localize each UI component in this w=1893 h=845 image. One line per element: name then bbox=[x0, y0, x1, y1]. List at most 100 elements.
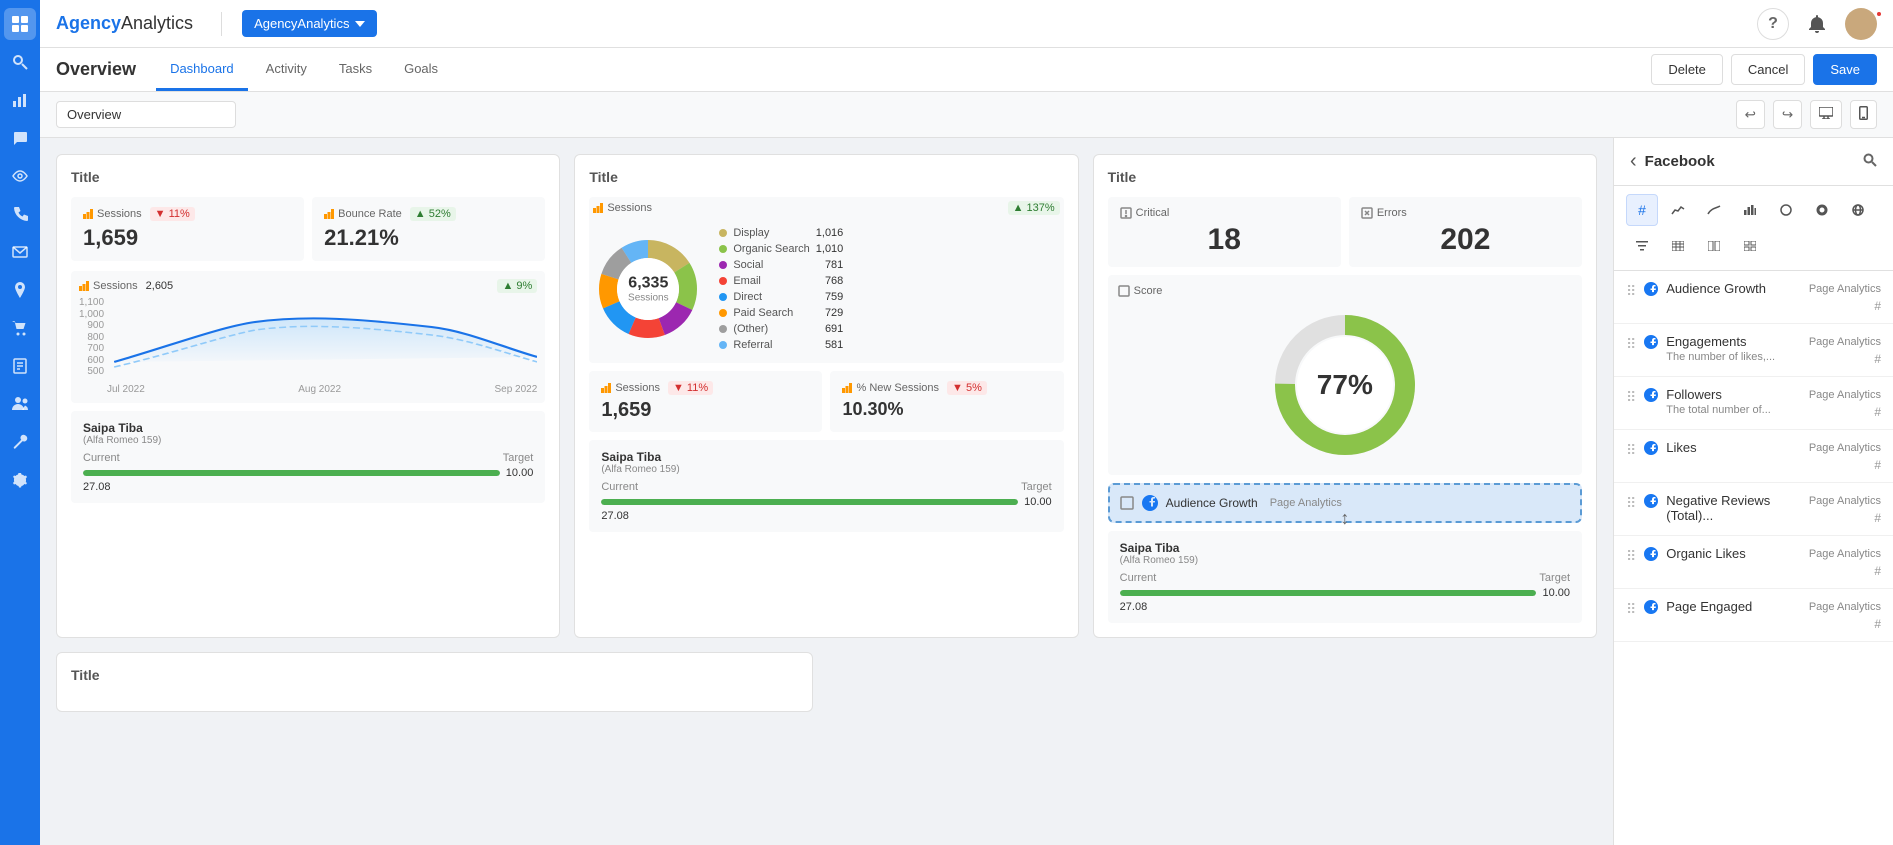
panel-item-badge: Page Analytics bbox=[1809, 546, 1881, 560]
panel-icon-grid2[interactable] bbox=[1734, 230, 1766, 262]
new-sessions-value: 10.30% bbox=[842, 399, 1051, 420]
sidebar-icon-search[interactable] bbox=[4, 46, 36, 78]
panel-item-badge: Page Analytics bbox=[1809, 599, 1881, 613]
panel-item-name: Followers bbox=[1666, 387, 1801, 402]
topbar: AgencyAnalytics AgencyAnalytics ? bbox=[40, 0, 1893, 48]
panel-list-item[interactable]: ⠿ Audience Growth Page Analytics # bbox=[1614, 271, 1893, 324]
tab-activity[interactable]: Activity bbox=[252, 49, 321, 91]
legend-item: (Other)691 bbox=[719, 323, 843, 335]
tab-goals[interactable]: Goals bbox=[390, 49, 452, 91]
panel-list-item[interactable]: ⠿ Followers The total number of... Page … bbox=[1614, 377, 1893, 430]
sidebar-icon-cart[interactable] bbox=[4, 312, 36, 344]
tab-tasks[interactable]: Tasks bbox=[325, 49, 386, 91]
panel-list-item[interactable]: ⠿ Negative Reviews (Total)... Page Analy… bbox=[1614, 483, 1893, 536]
mini-sessions-badge: ▼ 11% bbox=[668, 381, 713, 395]
chart-x-jul: Jul 2022 bbox=[107, 384, 145, 395]
goal-2-target: 10.00 bbox=[1024, 496, 1052, 508]
legend-item: Email768 bbox=[719, 275, 843, 287]
panel-icon-hash[interactable]: # bbox=[1626, 194, 1658, 226]
drag-cursor[interactable]: ↕ bbox=[1340, 508, 1349, 529]
sidebar-icon-eye[interactable] bbox=[4, 160, 36, 192]
panel-item-hash: # bbox=[1874, 458, 1881, 472]
widget-1-title: Title bbox=[71, 169, 545, 185]
sidebar bbox=[0, 0, 40, 845]
panel-list-item[interactable]: ⠿ Engagements The number of likes,... Pa… bbox=[1614, 324, 1893, 377]
panel-back-button[interactable]: ‹ bbox=[1630, 150, 1637, 173]
panel-item-name: Engagements bbox=[1666, 334, 1801, 349]
score-value: 77% bbox=[1317, 369, 1373, 401]
panel-icon-bar[interactable] bbox=[1734, 194, 1766, 226]
goal-2: Saipa Tiba (Alfa Romeo 159) CurrentTarge… bbox=[589, 440, 1063, 532]
legend-item: Social781 bbox=[719, 259, 843, 271]
sidebar-icon-tools[interactable] bbox=[4, 426, 36, 458]
panel-icon-line[interactable] bbox=[1662, 194, 1694, 226]
legend-item: Referral581 bbox=[719, 339, 843, 351]
mini-sessions-metric: Sessions ▼ 11% 1,659 bbox=[589, 371, 822, 432]
sidebar-icon-chart[interactable] bbox=[4, 84, 36, 116]
new-sessions-metric: % New Sessions ▼ 5% 10.30% bbox=[830, 371, 1063, 432]
panel-icon-filter[interactable] bbox=[1626, 230, 1658, 262]
panel-icon-curve[interactable] bbox=[1698, 194, 1730, 226]
panel-icon-split[interactable] bbox=[1698, 230, 1730, 262]
legend-item: Organic Search1,010 bbox=[719, 243, 843, 255]
panel-item-text: Engagements The number of likes,... bbox=[1666, 334, 1801, 363]
avatar[interactable] bbox=[1845, 8, 1877, 40]
topbar-right: ? bbox=[1757, 8, 1877, 40]
delete-button[interactable]: Delete bbox=[1651, 54, 1723, 85]
legend-item: Direct759 bbox=[719, 291, 843, 303]
widget-2-title: Title bbox=[589, 169, 1063, 185]
panel-icon-table[interactable] bbox=[1662, 230, 1694, 262]
undo-button[interactable]: ↩ bbox=[1736, 100, 1765, 129]
desktop-view-button[interactable] bbox=[1810, 100, 1842, 129]
widget-3-title: Title bbox=[1108, 169, 1582, 185]
panel-icon-globe[interactable] bbox=[1842, 194, 1874, 226]
panel-icon-circle[interactable] bbox=[1770, 194, 1802, 226]
drag-handle: ⠿ bbox=[1626, 336, 1636, 353]
save-button[interactable]: Save bbox=[1813, 54, 1877, 85]
panel-search-button[interactable] bbox=[1863, 153, 1877, 170]
panel-item-badge: Page Analytics bbox=[1809, 334, 1881, 348]
toolbar: ↩ ↪ bbox=[40, 92, 1893, 138]
sidebar-icon-grid[interactable] bbox=[4, 8, 36, 40]
widget-1: Title Sessions ▼ 11% 1,659 bbox=[56, 154, 560, 638]
chart-x-sep: Sep 2022 bbox=[494, 384, 537, 395]
sidebar-icon-doc[interactable] bbox=[4, 350, 36, 382]
redo-button[interactable]: ↪ bbox=[1773, 100, 1802, 129]
goal-1-target: 10.00 bbox=[506, 467, 534, 479]
panel-item-hash: # bbox=[1874, 352, 1881, 366]
donut-label: Sessions bbox=[607, 202, 652, 214]
help-icon[interactable]: ? bbox=[1757, 8, 1789, 40]
panel-item-hash: # bbox=[1874, 617, 1881, 631]
notification-icon[interactable] bbox=[1801, 8, 1833, 40]
sidebar-icon-pin[interactable] bbox=[4, 274, 36, 306]
mobile-view-button[interactable] bbox=[1850, 100, 1877, 129]
nav-actions: Delete Cancel Save bbox=[1651, 54, 1877, 85]
score-label: Score bbox=[1134, 285, 1163, 297]
goal-1-name: Saipa Tiba bbox=[83, 421, 533, 435]
goal-3-current: 27.08 bbox=[1120, 601, 1570, 613]
sidebar-icon-phone[interactable] bbox=[4, 198, 36, 230]
panel-list-item[interactable]: ⠿ Organic Likes Page Analytics # bbox=[1614, 536, 1893, 589]
sidebar-icon-people[interactable] bbox=[4, 388, 36, 420]
tab-dashboard[interactable]: Dashboard bbox=[156, 49, 248, 91]
bounce-rate-value: 21.21% bbox=[324, 225, 533, 251]
panel-list-item[interactable]: ⠿ Likes Page Analytics # bbox=[1614, 430, 1893, 483]
cancel-button[interactable]: Cancel bbox=[1731, 54, 1805, 85]
goal-1: Saipa Tiba (Alfa Romeo 159) Current Targ… bbox=[71, 411, 545, 503]
panel-list-item[interactable]: ⠿ Page Engaged Page Analytics # bbox=[1614, 589, 1893, 642]
ag-drag-label: Audience Growth bbox=[1166, 496, 1258, 510]
goal-3-name: Saipa Tiba bbox=[1120, 541, 1570, 555]
critical-label: Critical bbox=[1136, 207, 1170, 219]
panel-icon-grid: # bbox=[1614, 186, 1893, 271]
panel-icon-donut[interactable] bbox=[1806, 194, 1838, 226]
canvas: Title Sessions ▼ 11% 1,659 bbox=[40, 138, 1613, 845]
sidebar-icon-chat[interactable] bbox=[4, 122, 36, 154]
panel-item-text: Negative Reviews (Total)... bbox=[1666, 493, 1801, 523]
sidebar-icon-settings[interactable] bbox=[4, 464, 36, 496]
widget-bottom-1-title: Title bbox=[71, 667, 798, 683]
agency-select[interactable]: AgencyAnalytics bbox=[242, 10, 377, 37]
sidebar-icon-mail[interactable] bbox=[4, 236, 36, 268]
panel-item-hash: # bbox=[1874, 564, 1881, 578]
dashboard-title-input[interactable] bbox=[56, 101, 236, 128]
donut-chart: 6,335 Sessions Display1,016Organic Searc… bbox=[593, 219, 1059, 359]
